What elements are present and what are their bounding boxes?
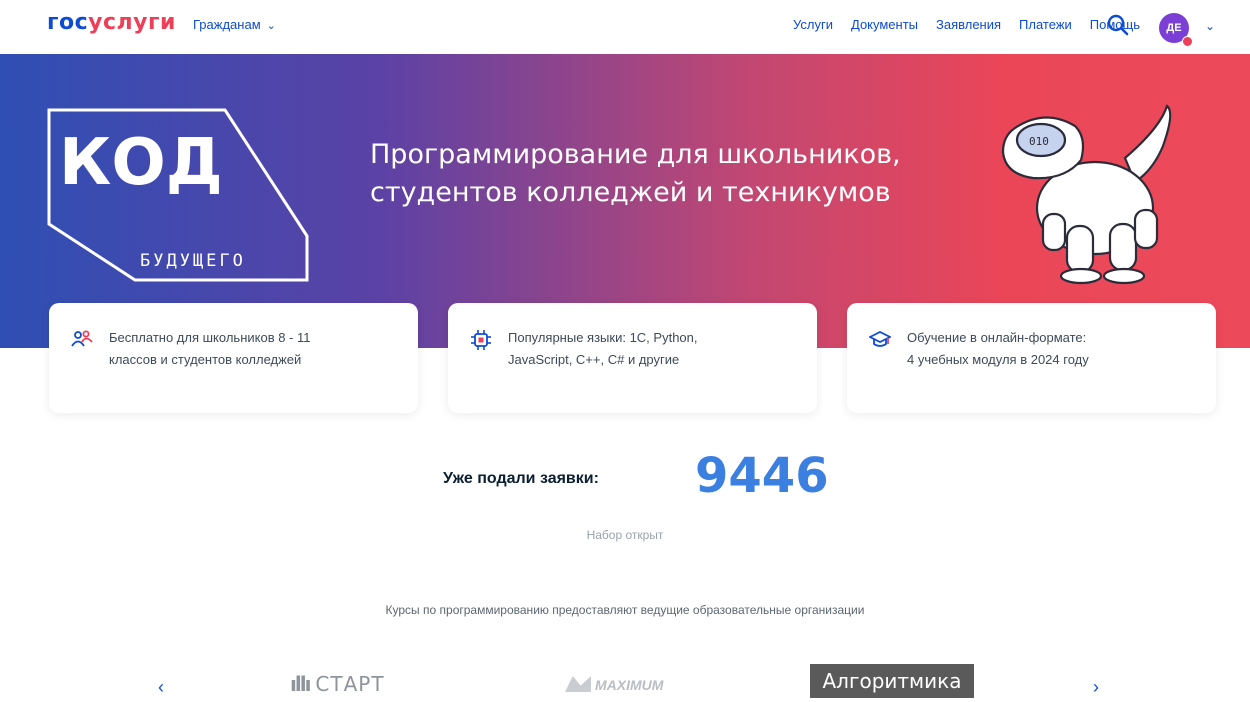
people-icon bbox=[71, 330, 93, 347]
chevron-down-icon: ⌄ bbox=[266, 20, 276, 32]
partner-maximum-name: MAXIMUM bbox=[595, 677, 664, 693]
svg-text:010: 010 bbox=[1029, 135, 1049, 148]
nav-item-applications[interactable]: Заявления bbox=[936, 17, 1001, 32]
start-logo-mark: ıllı bbox=[290, 672, 311, 696]
logo-main-text: КОД bbox=[59, 126, 223, 200]
banner-title-line1: Программирование для школьников, bbox=[370, 139, 901, 170]
partner-logo-algoritmika[interactable]: Алгоритмика bbox=[810, 664, 974, 698]
audience-selector[interactable]: Гражданам ⌄ bbox=[193, 17, 276, 32]
notification-dot bbox=[1182, 36, 1193, 47]
top-header: госуслуги Гражданам ⌄ Услуги Документы За… bbox=[0, 0, 1250, 54]
applications-count: 9446 bbox=[695, 448, 829, 504]
robot-dog-illustration: 010 bbox=[1001, 104, 1172, 285]
logo-part-gos: гос bbox=[47, 10, 89, 35]
kod-budushchego-logo: КОД БУДУЩЕГО bbox=[47, 108, 309, 282]
feature-line: JavaScript, C++, C# и другие bbox=[508, 352, 680, 367]
nav-item-payments[interactable]: Платежи bbox=[1019, 17, 1072, 32]
feature-line: Популярные языки: 1С, Python, bbox=[508, 330, 698, 345]
logo-part-uslugi: услуги bbox=[88, 10, 176, 35]
feature-text-free: Бесплатно для школьников 8 - 11 классов … bbox=[109, 327, 311, 371]
feature-line: Бесплатно для школьников 8 - 11 bbox=[109, 330, 311, 345]
search-icon[interactable] bbox=[1107, 14, 1129, 36]
nav-item-services[interactable]: Услуги bbox=[793, 17, 833, 32]
feature-line: классов и студентов колледжей bbox=[109, 352, 302, 367]
feature-card-languages: Популярные языки: 1С, Python, JavaScript… bbox=[448, 303, 817, 413]
feature-card-online: Обучение в онлайн-формате: 4 учебных мод… bbox=[847, 303, 1216, 413]
applications-label: Уже подали заявки: bbox=[443, 470, 599, 487]
nav-item-documents[interactable]: Документы bbox=[851, 17, 918, 32]
logo-sub-text: БУДУЩЕГО bbox=[140, 251, 246, 271]
graduation-cap-icon bbox=[869, 330, 891, 347]
chip-icon bbox=[471, 330, 491, 350]
feature-text-languages: Популярные языки: 1С, Python, JavaScript… bbox=[508, 327, 698, 371]
feature-text-online: Обучение в онлайн-формате: 4 учебных мод… bbox=[907, 327, 1089, 371]
enrollment-status: Набор открыт bbox=[586, 528, 664, 542]
feature-line: 4 учебных модуля в 2024 году bbox=[907, 352, 1089, 367]
banner-title-line2: студентов колледжей и техникумов bbox=[370, 177, 891, 208]
feature-line: Обучение в онлайн-формате: bbox=[907, 330, 1087, 345]
partner-start-name: СТАРТ bbox=[315, 672, 385, 696]
maximum-logo-mark bbox=[565, 676, 591, 692]
partners-intro: Курсы по программированию предоставляют … bbox=[385, 603, 865, 617]
partner-logo-start[interactable]: ıllı СТАРТ bbox=[290, 672, 385, 696]
partner-algoritmika-name: Алгоритмика bbox=[822, 669, 962, 693]
audience-label: Гражданам bbox=[193, 17, 261, 32]
feature-card-free: Бесплатно для школьников 8 - 11 классов … bbox=[49, 303, 418, 413]
partner-logo-maximum[interactable]: MAXIMUM bbox=[565, 676, 663, 693]
profile-chevron-down-icon[interactable]: ⌄ bbox=[1205, 19, 1215, 33]
gosuslugi-logo[interactable]: госуслуги bbox=[47, 10, 176, 35]
avatar-initials: ДЕ bbox=[1166, 22, 1182, 34]
banner-title: Программирование для школьников, студент… bbox=[370, 136, 901, 212]
main-nav: Услуги Документы Заявления Платежи Помощ… bbox=[793, 17, 1140, 32]
carousel-next-chevron-icon[interactable]: › bbox=[1093, 677, 1099, 698]
carousel-prev-chevron-icon[interactable]: ‹ bbox=[158, 677, 164, 698]
